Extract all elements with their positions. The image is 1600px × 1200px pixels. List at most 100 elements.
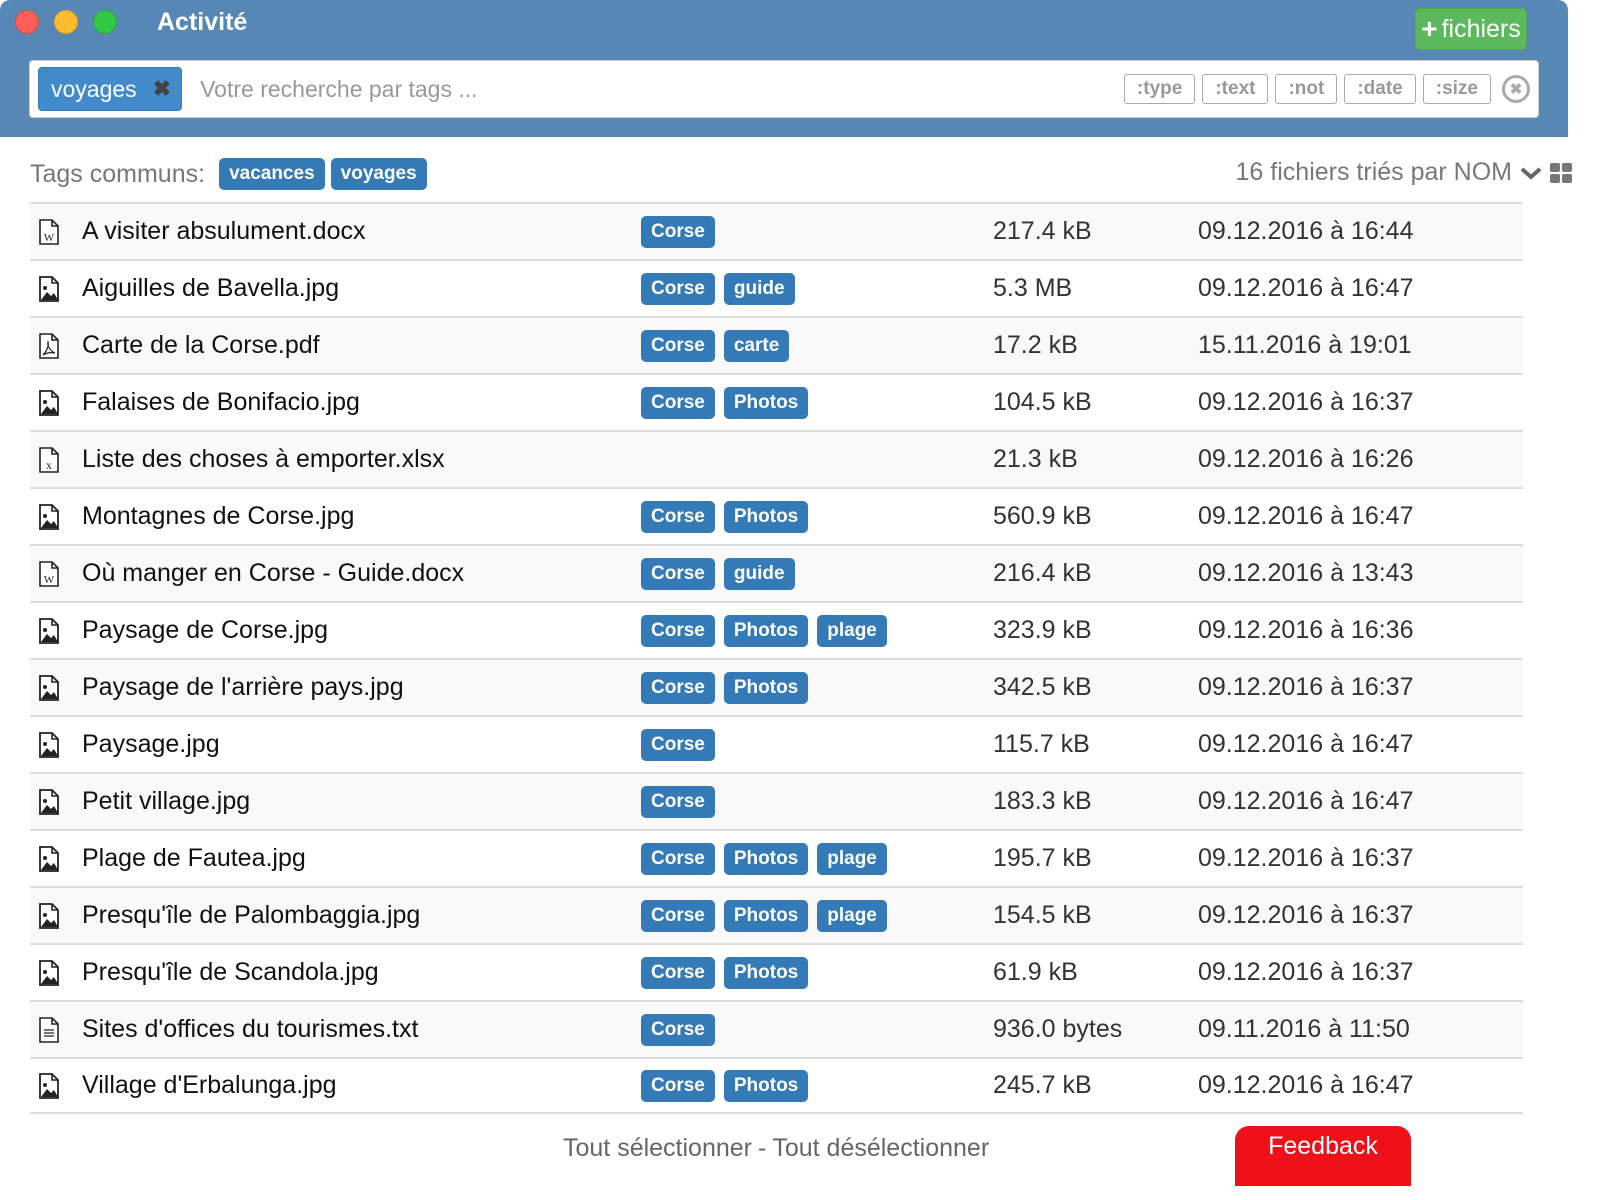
file-tag[interactable]: plage — [817, 614, 887, 647]
file-name[interactable]: Paysage de l'arrière pays.jpg — [82, 673, 404, 702]
file-tag[interactable]: guide — [723, 557, 795, 590]
tag-search-input[interactable] — [200, 75, 1124, 103]
selection-separator: - — [758, 1134, 767, 1162]
file-row[interactable]: W A visiter absulument.docx Corse 217.4 kB 0… — [30, 202, 1523, 259]
file-tag[interactable]: Corse — [641, 500, 715, 533]
image-file-icon — [38, 845, 60, 872]
file-name[interactable]: Plage de Fautea.jpg — [82, 844, 306, 873]
file-name[interactable]: Aiguilles de Bavella.jpg — [82, 274, 339, 303]
file-row[interactable]: Plage de Fautea.jpg Corse Photos plage 195.7… — [30, 829, 1523, 886]
file-tags: Corse — [641, 728, 715, 761]
select-all-link[interactable]: Tout sélectionner — [563, 1134, 752, 1163]
file-name[interactable]: Sites d'offices du tourismes.txt — [82, 1015, 418, 1044]
add-files-button[interactable]: + fichiers — [1415, 8, 1527, 50]
file-row[interactable]: Paysage de l'arrière pays.jpg Corse Photos… — [30, 658, 1523, 715]
window-minimize-button[interactable] — [54, 10, 78, 34]
file-row[interactable]: Petit village.jpg Corse 183.3 kB 09.12.2016… — [30, 772, 1523, 829]
file-tag[interactable]: Photos — [723, 899, 809, 932]
file-tag[interactable]: guide — [723, 272, 795, 305]
file-date: 09.12.2016 à 16:37 — [1198, 844, 1414, 872]
file-size: 217.4 kB — [993, 217, 1092, 245]
file-tag[interactable]: Corse — [641, 785, 715, 818]
file-tag[interactable]: Corse — [641, 329, 715, 362]
file-tag[interactable]: Corse — [641, 272, 715, 305]
file-tag[interactable]: Corse — [641, 671, 715, 704]
file-tag[interactable]: plage — [817, 899, 887, 932]
file-date: 09.12.2016 à 16:26 — [1198, 445, 1414, 473]
file-tags: Corse — [641, 1013, 715, 1046]
file-tag[interactable]: Photos — [723, 956, 809, 989]
file-tag[interactable]: plage — [817, 842, 887, 875]
file-tags: Corse — [641, 215, 715, 248]
file-name[interactable]: Où manger en Corse - Guide.docx — [82, 559, 464, 588]
filter-type-button[interactable]: :type — [1123, 74, 1196, 104]
file-tags: Corse — [641, 785, 715, 818]
file-name[interactable]: Village d'Erbalunga.jpg — [82, 1071, 337, 1100]
file-tag[interactable]: Photos — [723, 614, 809, 647]
file-row[interactable]: x Liste des choses à emporter.xlsx 21.3 kB… — [30, 430, 1523, 487]
filter-size-button[interactable]: :size — [1422, 74, 1491, 104]
feedback-button[interactable]: Feedback — [1235, 1126, 1411, 1186]
file-tag[interactable]: Photos — [723, 671, 809, 704]
file-name[interactable]: Paysage de Corse.jpg — [82, 616, 328, 645]
filter-text-button[interactable]: :text — [1202, 74, 1269, 104]
file-name[interactable]: Falaises de Bonifacio.jpg — [82, 388, 360, 417]
file-row[interactable]: Sites d'offices du tourismes.txt Corse 936… — [30, 1000, 1523, 1057]
file-date: 09.12.2016 à 16:37 — [1198, 958, 1414, 986]
file-row[interactable]: Montagnes de Corse.jpg Corse Photos 560.9 k… — [30, 487, 1523, 544]
file-row[interactable]: Presqu'île de Palombaggia.jpg Corse Photos… — [30, 886, 1523, 943]
file-tag[interactable]: Corse — [641, 1013, 715, 1046]
file-tag[interactable]: Photos — [723, 500, 809, 533]
file-name[interactable]: Presqu'île de Scandola.jpg — [82, 958, 379, 987]
active-search-tag[interactable]: voyages ✖ — [38, 67, 183, 111]
file-size: 245.7 kB — [993, 1071, 1092, 1099]
grid-view-icon[interactable] — [1550, 162, 1572, 183]
file-row[interactable]: Falaises de Bonifacio.jpg Corse Photos 104.… — [30, 373, 1523, 430]
file-date: 09.12.2016 à 16:47 — [1198, 730, 1414, 758]
file-row[interactable]: W Où manger en Corse - Guide.docx Corse gui… — [30, 544, 1523, 601]
file-tag[interactable]: Photos — [723, 842, 809, 875]
common-tag[interactable]: voyages — [330, 158, 427, 190]
file-date: 09.12.2016 à 16:44 — [1198, 217, 1414, 245]
clear-search-icon[interactable]: ✖ — [1502, 75, 1530, 103]
file-size: 115.7 kB — [993, 730, 1090, 758]
window-close-button[interactable] — [15, 10, 39, 34]
file-tag[interactable]: Corse — [641, 842, 715, 875]
file-row[interactable]: Village d'Erbalunga.jpg Corse Photos 245.7 … — [30, 1057, 1523, 1114]
file-row[interactable]: Carte de la Corse.pdf Corse carte 17.2 kB 15… — [30, 316, 1523, 373]
file-tag[interactable]: Corse — [641, 728, 715, 761]
file-tag[interactable]: Corse — [641, 1069, 715, 1102]
file-name[interactable]: A visiter absulument.docx — [82, 217, 365, 246]
common-tag[interactable]: vacances — [219, 158, 325, 190]
deselect-all-link[interactable]: Tout désélectionner — [772, 1134, 989, 1163]
file-tag[interactable]: Corse — [641, 557, 715, 590]
file-name[interactable]: Presqu'île de Palombaggia.jpg — [82, 901, 420, 930]
file-name[interactable]: Liste des choses à emporter.xlsx — [82, 445, 445, 474]
chevron-down-icon[interactable] — [1520, 165, 1542, 181]
file-name[interactable]: Carte de la Corse.pdf — [82, 331, 320, 360]
file-name[interactable]: Montagnes de Corse.jpg — [82, 502, 354, 531]
file-tag[interactable]: Corse — [641, 956, 715, 989]
file-row[interactable]: Paysage de Corse.jpg Corse Photos plage 323.… — [30, 601, 1523, 658]
file-tag[interactable]: Corse — [641, 386, 715, 419]
file-row[interactable]: Presqu'île de Scandola.jpg Corse Photos 61.… — [30, 943, 1523, 1000]
filter-date-button[interactable]: :date — [1344, 74, 1416, 104]
remove-tag-icon[interactable]: ✖ — [153, 76, 171, 102]
file-date: 09.12.2016 à 13:43 — [1198, 559, 1414, 587]
file-row[interactable]: Paysage.jpg Corse 115.7 kB 09.12.2016 à 16:… — [30, 715, 1523, 772]
file-tag[interactable]: Photos — [723, 386, 809, 419]
filter-not-button[interactable]: :not — [1275, 74, 1338, 104]
window-maximize-button[interactable] — [93, 10, 117, 34]
file-tag[interactable]: Corse — [641, 614, 715, 647]
file-size: 104.5 kB — [993, 388, 1092, 416]
file-tag[interactable]: Corse — [641, 215, 715, 248]
file-date: 09.12.2016 à 16:47 — [1198, 787, 1414, 815]
file-row[interactable]: Aiguilles de Bavella.jpg Corse guide 5.3 MB… — [30, 259, 1523, 316]
image-file-icon — [38, 788, 60, 815]
file-name[interactable]: Petit village.jpg — [82, 787, 250, 816]
file-name[interactable]: Paysage.jpg — [82, 730, 220, 759]
file-tag[interactable]: carte — [723, 329, 790, 362]
file-tag[interactable]: Photos — [723, 1069, 809, 1102]
file-size: 560.9 kB — [993, 502, 1092, 530]
file-tag[interactable]: Corse — [641, 899, 715, 932]
